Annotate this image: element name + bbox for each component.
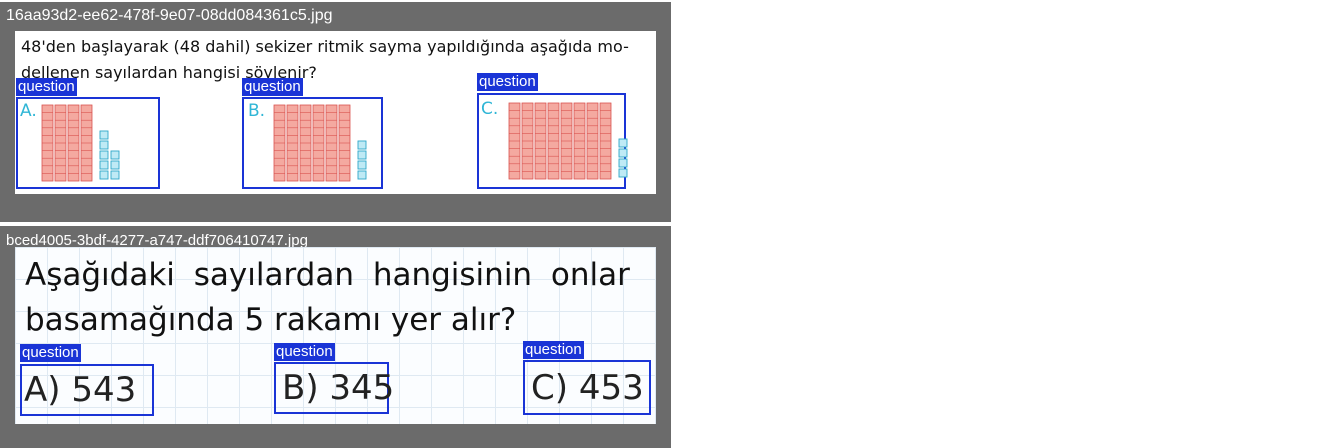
option-b-letter: B. xyxy=(248,101,266,121)
option-a-box[interactable]: A. xyxy=(16,97,160,189)
ones-cube xyxy=(618,148,628,158)
option-b-tag: question xyxy=(274,343,335,361)
option-a-tag: question xyxy=(20,344,81,362)
ones-cube xyxy=(110,160,120,170)
ones-cube xyxy=(110,170,120,180)
ones-cube xyxy=(357,170,367,180)
ones-cube xyxy=(99,160,109,170)
option-c-answer: C) 453 xyxy=(531,368,644,408)
ones-cube xyxy=(357,150,367,160)
question-line-1: 48'den başlayarak (48 dahil) sekizer rit… xyxy=(21,37,629,56)
option-c-box[interactable]: C. xyxy=(477,93,628,189)
option-a-tag: question xyxy=(16,78,77,96)
panel-1-filename: 16aa93d2-ee62-478f-9e07-08dd084361c5.jpg xyxy=(6,7,333,24)
ones-cube xyxy=(618,138,628,148)
ones-cube xyxy=(99,150,109,160)
panel-1: 16aa93d2-ee62-478f-9e07-08dd084361c5.jpg… xyxy=(0,2,671,222)
ones-cube xyxy=(99,140,109,150)
option-c-letter: C. xyxy=(481,99,499,119)
ones-cube xyxy=(99,170,109,180)
option-c-tag: question xyxy=(523,341,584,359)
question-line-1: Aşağıdaki sayılardan hangisinin onlar xyxy=(25,257,630,293)
option-a-answer: A) 543 xyxy=(24,370,137,410)
option-a-box[interactable]: A) 543 xyxy=(20,364,154,416)
ones-cube xyxy=(99,130,109,140)
option-c-base-ten-blocks xyxy=(508,102,628,180)
ones-cube xyxy=(618,158,628,168)
option-b-box[interactable]: B) 345 xyxy=(274,362,394,414)
option-b-base-ten-blocks xyxy=(273,104,367,182)
option-c-tag: question xyxy=(477,73,538,91)
panel-2: bced4005-3bdf-4277-a747-ddf706410747.jpg… xyxy=(0,226,671,448)
option-b-answer: B) 345 xyxy=(282,368,395,408)
option-a-base-ten-blocks xyxy=(41,104,120,182)
ones-cube xyxy=(357,160,367,170)
ones-cube xyxy=(357,140,367,150)
option-b-box[interactable]: B. xyxy=(242,97,383,189)
option-b-tag: question xyxy=(242,78,303,96)
question-line-2: basamağında 5 rakamı yer alır? xyxy=(25,302,517,338)
ones-cube xyxy=(618,168,628,178)
ones-cube xyxy=(110,150,120,160)
option-c-box[interactable]: C) 453 xyxy=(523,360,651,415)
option-a-letter: A. xyxy=(20,101,37,121)
